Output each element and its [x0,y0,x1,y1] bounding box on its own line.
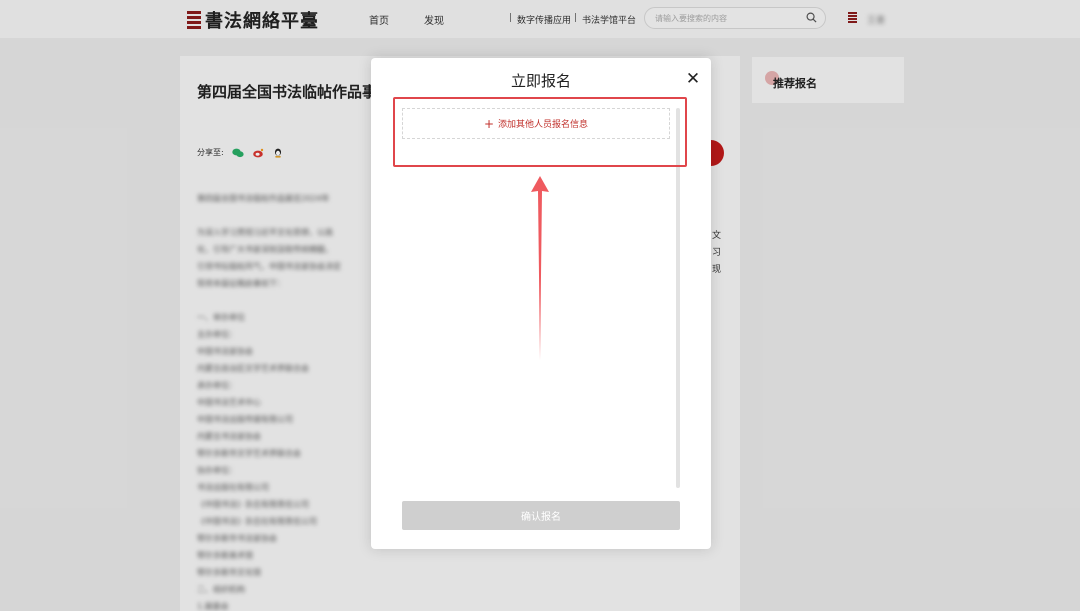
annotation-arrow-icon [531,176,549,360]
annotation-highlight-box [393,97,687,167]
modal-title: 立即报名 [510,72,571,90]
close-icon[interactable]: ✕ [684,70,702,88]
confirm-signup-button[interactable]: 确认报名 [402,501,680,530]
